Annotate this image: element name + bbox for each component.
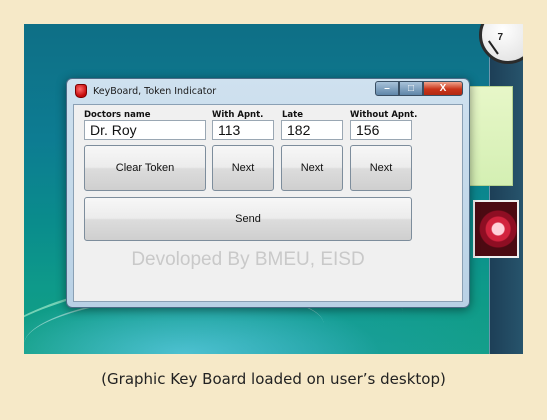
sidebar-gadget-panel	[489, 24, 523, 354]
doctors-name-label: Doctors name	[84, 110, 151, 120]
token-indicator-window: KeyBoard, Token Indicator – □ X Doctors …	[66, 78, 470, 308]
slideshow-gadget[interactable]	[473, 200, 519, 258]
with-apnt-label: With Apnt.	[212, 110, 264, 120]
next-late-button[interactable]: Next	[281, 145, 343, 191]
figure-caption: (Graphic Key Board loaded on user’s desk…	[101, 370, 446, 388]
close-button[interactable]: X	[423, 81, 463, 96]
clock-gadget[interactable]	[479, 24, 523, 64]
late-token-field[interactable]: 182	[281, 120, 343, 140]
developer-credit: Devoloped By BMEU, EISD	[131, 249, 365, 270]
app-icon	[75, 84, 87, 98]
send-button[interactable]: Send	[84, 197, 412, 241]
clear-token-button[interactable]: Clear Token	[84, 145, 206, 191]
without-apnt-token-field[interactable]: 156	[350, 120, 412, 140]
with-apnt-token-field[interactable]: 113	[212, 120, 274, 140]
window-controls: – □ X	[375, 81, 463, 96]
window-title: KeyBoard, Token Indicator	[93, 85, 217, 97]
next-with-apnt-button[interactable]: Next	[212, 145, 274, 191]
desktop-screenshot: 7 KeyBoard, Token Indicator – □ X Doctor…	[24, 24, 523, 354]
window-client-area: Doctors name With Apnt. Late Without Apn…	[73, 104, 463, 302]
clock-number: 7	[497, 32, 503, 43]
late-label: Late	[282, 110, 303, 120]
next-without-apnt-button[interactable]: Next	[350, 145, 412, 191]
window-titlebar[interactable]: KeyBoard, Token Indicator – □ X	[67, 79, 469, 103]
minimize-button[interactable]: –	[375, 81, 399, 96]
without-apnt-label: Without Apnt.	[350, 110, 418, 120]
maximize-button[interactable]: □	[399, 81, 423, 96]
doctor-name-field[interactable]: Dr. Roy	[84, 120, 206, 140]
